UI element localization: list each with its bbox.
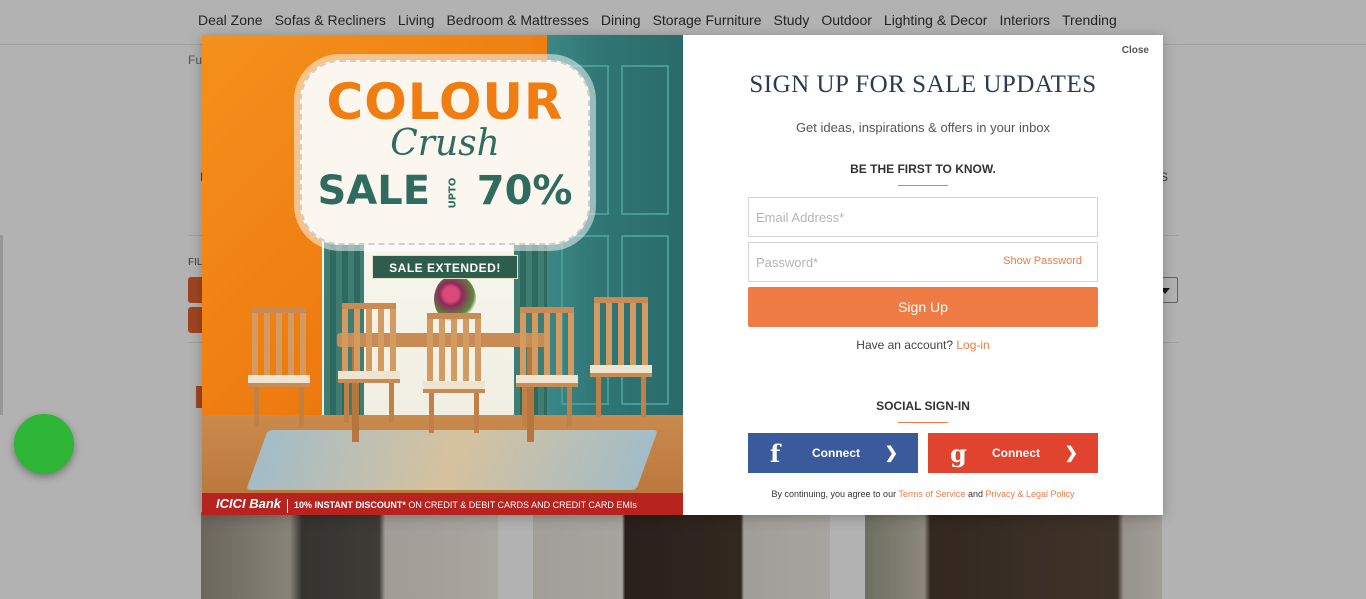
google-connect-label: Connect [992,446,1040,460]
modal-title: SIGN UP FOR SALE UPDATES [749,71,1097,98]
promo-chair [248,307,310,427]
signup-form: Close SIGN UP FOR SALE UPDATES Get ideas… [683,35,1163,515]
promo-chair [338,303,400,423]
promo-chair [590,297,652,417]
promo-banner: COLOUR Crush SALE UPTO 70% SALE EXTENDED… [202,35,683,515]
privacy-policy-link[interactable]: Privacy & Legal Policy [985,489,1074,499]
chevron-right-icon: ❯ [884,445,898,462]
heading-underline [898,422,948,423]
show-password-link[interactable]: Show Password [1003,255,1082,267]
terms-of-service-link[interactable]: Terms of Service [898,489,965,499]
terms-and: and [965,489,986,499]
login-link[interactable]: Log-in [956,338,989,352]
promo-chair [423,313,485,433]
terms-prefix: By continuing, you agree to our [771,489,899,499]
modal-subtitle: Get ideas, inspirations & offers in your… [795,120,1051,135]
bank-discount: 10% INSTANT DISCOUNT* [294,500,406,510]
google-icon: g [950,439,967,468]
close-button[interactable]: Close [1122,45,1149,56]
facebook-connect-label: Connect [812,446,860,460]
bank-terms: ON CREDIT & DEBIT CARDS AND CREDIT CARD … [405,500,637,510]
email-input[interactable] [749,198,1097,236]
chevron-right-icon: ❯ [1064,445,1078,462]
promo-sale-line: SALE UPTO 70% [302,168,588,216]
bank-logo: ICICI Bank [216,496,282,511]
facebook-icon: f [770,439,781,468]
social-heading: SOCIAL SIGN-IN [876,399,970,413]
chat-bubble-icon[interactable] [14,414,74,474]
promo-discount: 70% [476,168,573,214]
terms-notice: By continuing, you agree to our Terms of… [683,489,1163,499]
facebook-connect-button[interactable]: f Connect ❯ [748,433,918,473]
google-connect-button[interactable]: g Connect ❯ [928,433,1098,473]
promo-headline-script: Crush [390,123,500,164]
heading-underline [898,185,948,186]
promo-chair [516,307,578,427]
have-account-text: Have an account? [856,338,954,352]
promo-badge: COLOUR Crush SALE UPTO 70% SALE EXTENDED… [300,60,590,279]
signup-modal: COLOUR Crush SALE UPTO 70% SALE EXTENDED… [202,35,1163,515]
promo-sale-word: SALE [317,168,431,214]
signup-button[interactable]: Sign Up [748,287,1098,327]
promo-headline: COLOUR [326,73,564,131]
promo-rug [246,430,658,490]
password-field[interactable]: Show Password [748,242,1098,282]
email-field[interactable] [748,197,1098,237]
bank-offer-bar: ICICI Bank 10% INSTANT DISCOUNT* ON CREDI… [202,493,683,515]
be-first-heading: BE THE FIRST TO KNOW. [850,162,996,176]
promo-upto: UPTO [447,177,459,209]
sale-extended-label: SALE EXTENDED! [372,255,518,279]
login-prompt: Have an account? Log-in [683,338,1163,352]
